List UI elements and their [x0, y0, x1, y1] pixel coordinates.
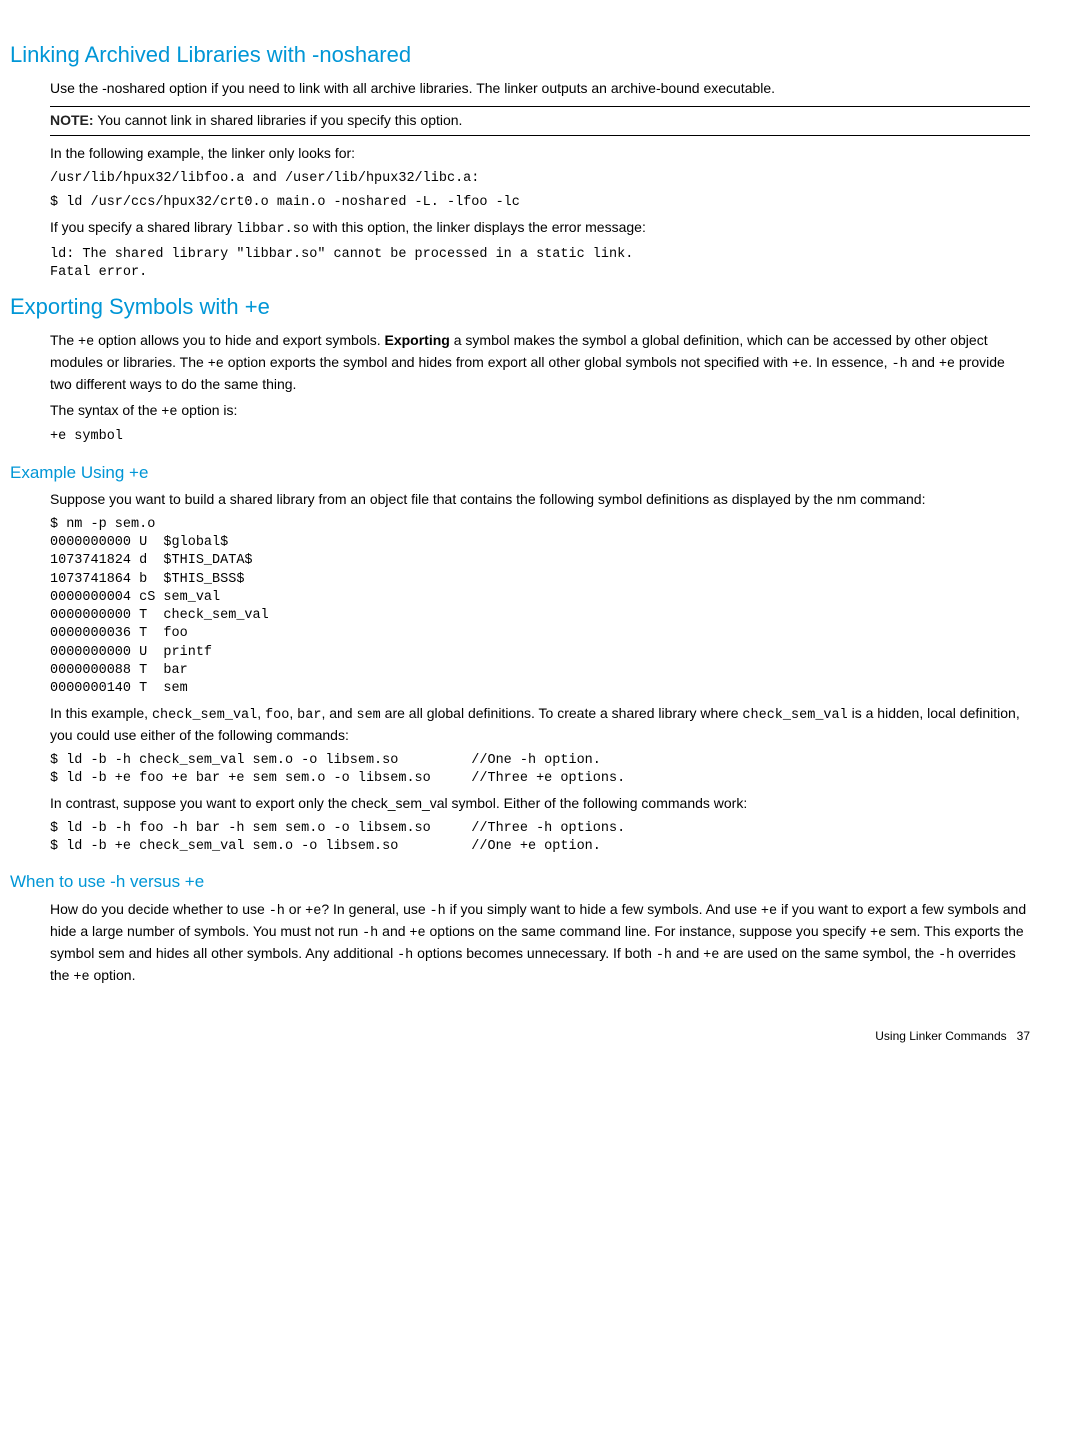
para: Use the -noshared option if you need to … — [50, 79, 1030, 99]
page-number: 37 — [1017, 1029, 1030, 1043]
heading-linking-archived: Linking Archived Libraries with -noshare… — [10, 40, 1030, 71]
para: In contrast, suppose you want to export … — [50, 794, 1030, 814]
heading-exporting-symbols: Exporting Symbols with +e — [10, 292, 1030, 323]
code-block: $ ld -b -h check_sem_val sem.o -o libsem… — [50, 752, 1030, 788]
code-block: $ ld /usr/ccs/hpux32/crt0.o main.o -nosh… — [50, 194, 1030, 212]
note-label: NOTE: — [50, 112, 94, 128]
heading-when-to-use: When to use -h versus +e — [10, 870, 1030, 894]
para: How do you decide whether to use -h or +… — [50, 900, 1030, 988]
code-block: +e symbol — [50, 428, 1030, 446]
code-block: /usr/lib/hpux32/libfoo.a and /user/lib/h… — [50, 170, 1030, 188]
code-block: ld: The shared library "libbar.so" canno… — [50, 246, 1030, 282]
para: If you specify a shared library libbar.s… — [50, 218, 1030, 240]
note-box: NOTE: You cannot link in shared librarie… — [50, 106, 1030, 136]
para: The syntax of the +e option is: — [50, 401, 1030, 423]
page-footer: Using Linker Commands 37 — [50, 1028, 1030, 1045]
heading-example-using-e: Example Using +e — [10, 461, 1030, 485]
note-text: You cannot link in shared libraries if y… — [94, 112, 463, 128]
para: The +e option allows you to hide and exp… — [50, 331, 1030, 394]
para: Suppose you want to build a shared libra… — [50, 490, 1030, 510]
footer-text: Using Linker Commands — [875, 1029, 1006, 1043]
para: In this example, check_sem_val, foo, bar… — [50, 704, 1030, 745]
code-block-nm: $ nm -p sem.o 0000000000 U $global$ 1073… — [50, 516, 1030, 698]
code-block: $ ld -b -h foo -h bar -h sem sem.o -o li… — [50, 820, 1030, 856]
para: In the following example, the linker onl… — [50, 144, 1030, 164]
